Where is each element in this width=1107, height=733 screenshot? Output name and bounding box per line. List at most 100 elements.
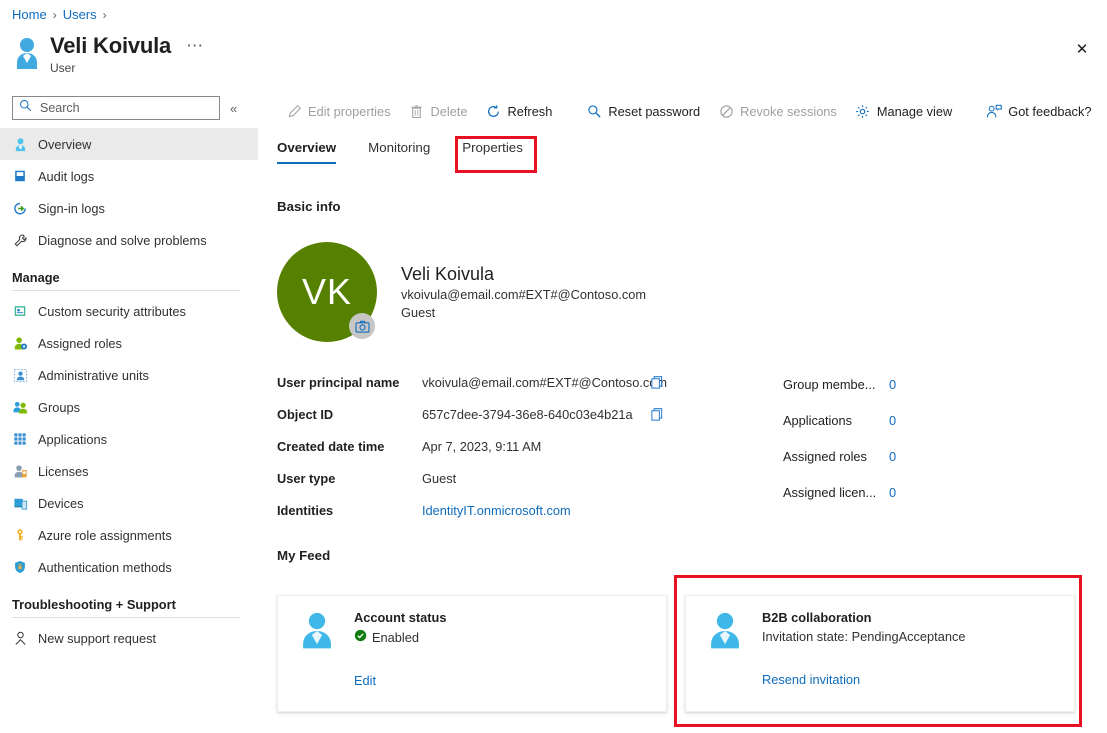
tab-monitoring[interactable]: Monitoring — [368, 140, 444, 164]
page-title: Veli Koivula — [50, 33, 172, 58]
detail-row-identities: Identities IdentityIT.onmicrosoft.com — [277, 494, 666, 526]
gear-icon — [855, 103, 871, 119]
detail-label: Identities — [277, 502, 334, 518]
sidebar-item-audit-logs[interactable]: Audit logs — [0, 160, 258, 192]
shield-lock-icon — [12, 559, 28, 575]
breadcrumb-item-users[interactable]: Users — [63, 7, 97, 22]
user-icon — [12, 136, 28, 152]
card-subtitle: Enabled — [372, 629, 419, 645]
key-icon — [12, 527, 28, 543]
edit-link[interactable]: Edit — [354, 673, 376, 688]
check-circle-icon — [354, 629, 367, 645]
detail-label: Applications — [783, 412, 853, 428]
card-title: Account status — [354, 610, 447, 625]
refresh-icon — [486, 103, 502, 119]
toolbar-button-label: Delete — [430, 103, 468, 119]
book-icon — [12, 168, 28, 184]
command-toolbar: Edit properties Delete Refresh Reset pas… — [277, 96, 1099, 126]
card-title: B2B collaboration — [762, 610, 872, 625]
camera-icon[interactable] — [349, 313, 375, 339]
resend-invitation-link[interactable]: Resend invitation — [762, 672, 860, 687]
sidebar-item-licenses[interactable]: Licenses — [0, 455, 258, 487]
profile-upn: vkoivula@email.com#EXT#@Contoso.com — [401, 287, 647, 302]
refresh-button[interactable]: Refresh — [477, 97, 562, 125]
sidebar-item-devices[interactable]: Devices — [0, 487, 258, 519]
sidebar-item-label: Groups — [38, 399, 80, 415]
details-list-right: Group membe... 0 Applications 0 Assigned… — [783, 366, 896, 510]
revoke-sessions-button[interactable]: Revoke sessions — [709, 97, 846, 125]
key-search-icon — [586, 103, 602, 119]
toolbar-button-label: Revoke sessions — [740, 103, 837, 119]
security-attribute-icon — [12, 303, 28, 319]
tab-bar: Overview Monitoring Properties — [277, 140, 537, 164]
edit-properties-button[interactable]: Edit properties — [277, 97, 400, 125]
detail-row-object-id: Object ID 657c7dee-3794-36e8-640c03e4b21… — [277, 398, 666, 430]
sidebar: Overview Audit logs Sign-in logs Diagnos… — [0, 128, 258, 733]
delete-button[interactable]: Delete — [400, 97, 477, 125]
toolbar-button-label: Edit properties — [308, 103, 391, 119]
identities-link[interactable]: IdentityIT.onmicrosoft.com — [422, 503, 571, 518]
profile-name: Veli Koivula — [401, 264, 495, 284]
b2b-collaboration-card: B2B collaboration Invitation state: Pend… — [685, 595, 1075, 712]
page-subtitle: User — [50, 61, 76, 75]
account-status-card: Account status Enabled Edit — [277, 595, 667, 712]
detail-row-assigned-roles: Assigned roles 0 — [783, 438, 896, 474]
sidebar-item-label: Sign-in logs — [38, 200, 105, 216]
sidebar-item-administrative-units[interactable]: Administrative units — [0, 359, 258, 391]
copy-icon[interactable] — [648, 405, 666, 423]
detail-value: Guest — [422, 470, 457, 486]
wrench-icon — [12, 232, 28, 248]
detail-row-user-type: User type Guest — [277, 462, 666, 494]
sidebar-divider-manage — [12, 290, 240, 291]
tab-properties[interactable]: Properties — [462, 140, 537, 164]
tab-overview[interactable]: Overview — [277, 140, 350, 164]
copy-icon[interactable] — [648, 373, 666, 391]
search-icon — [19, 99, 32, 117]
sidebar-item-diagnose-solve-problems[interactable]: Diagnose and solve problems — [0, 224, 258, 256]
sidebar-item-applications[interactable]: Applications — [0, 423, 258, 455]
sidebar-item-groups[interactable]: Groups — [0, 391, 258, 423]
assigned-roles-icon — [12, 335, 28, 351]
toolbar-button-label: Got feedback? — [1008, 103, 1092, 119]
sidebar-item-authentication-methods[interactable]: Authentication methods — [0, 551, 258, 583]
collapse-sidebar-button[interactable]: « — [230, 101, 237, 116]
azure-user-blade: Home › Users › Veli Koivula ⋯ User ✕ Sea… — [0, 0, 1107, 733]
sidebar-item-custom-security-attributes[interactable]: Custom security attributes — [0, 295, 258, 327]
sidebar-item-label: Applications — [38, 431, 108, 447]
detail-value-count[interactable]: 0 — [889, 413, 896, 428]
close-icon[interactable]: ✕ — [1069, 36, 1095, 62]
breadcrumb-item-home[interactable]: Home — [12, 7, 47, 22]
sidebar-item-label: Administrative units — [38, 367, 149, 383]
sidebar-item-new-support-request[interactable]: New support request — [0, 622, 258, 654]
search-input[interactable] — [38, 100, 213, 116]
sidebar-item-azure-role-assignments[interactable]: Azure role assignments — [0, 519, 258, 551]
detail-label: Assigned roles — [783, 448, 867, 464]
toolbar-button-label: Manage view — [876, 103, 953, 119]
feedback-person-icon — [986, 103, 1002, 119]
sidebar-item-label: New support request — [38, 630, 157, 646]
more-options-button[interactable]: ⋯ — [183, 37, 206, 54]
profile-user-type: Guest — [401, 305, 436, 320]
sidebar-item-label: Custom security attributes — [38, 303, 186, 319]
sidebar-item-assigned-roles[interactable]: Assigned roles — [0, 327, 258, 359]
basic-info-heading: Basic info — [277, 199, 341, 214]
got-feedback-button[interactable]: Got feedback? — [977, 97, 1100, 125]
sidebar-search-area: « — [12, 96, 237, 120]
manage-view-button[interactable]: Manage view — [846, 97, 961, 125]
signin-arrow-icon — [12, 200, 28, 216]
toolbar-button-label: Reset password — [608, 103, 701, 119]
detail-row-assigned-licenses: Assigned licen... 0 — [783, 474, 896, 510]
detail-value-count[interactable]: 0 — [889, 377, 896, 392]
detail-value: Apr 7, 2023, 9:11 AM — [422, 438, 542, 454]
sidebar-item-label: Audit logs — [38, 168, 95, 184]
detail-label: Created date time — [277, 438, 385, 454]
search-box[interactable] — [12, 96, 220, 120]
sidebar-item-overview[interactable]: Overview — [0, 128, 258, 160]
sidebar-item-label: Azure role assignments — [38, 527, 172, 543]
detail-value-count[interactable]: 0 — [889, 449, 896, 464]
detail-value-count[interactable]: 0 — [889, 485, 896, 500]
sidebar-item-signin-logs[interactable]: Sign-in logs — [0, 192, 258, 224]
breadcrumb: Home › Users › — [12, 7, 107, 22]
trash-icon — [409, 103, 425, 119]
reset-password-button[interactable]: Reset password — [577, 97, 709, 125]
